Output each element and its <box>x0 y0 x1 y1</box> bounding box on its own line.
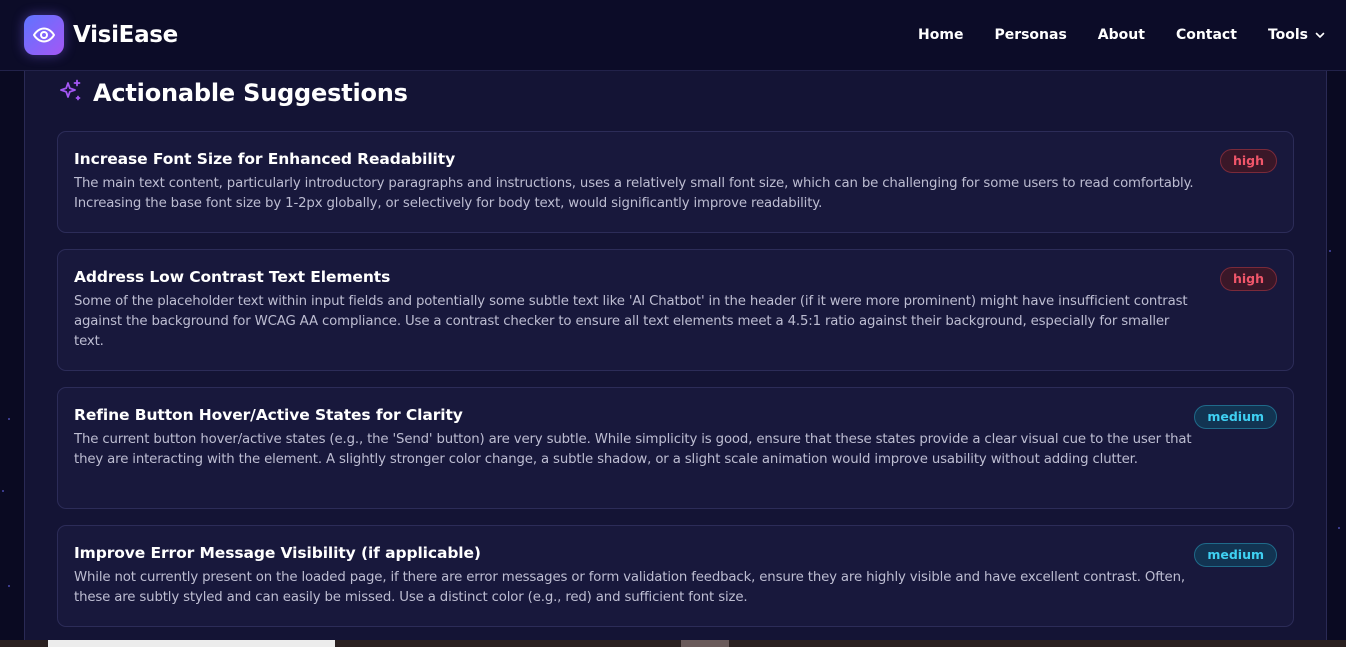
main-nav: Home Personas About Contact Tools <box>918 27 1326 43</box>
suggestion-description: While not currently present on the loade… <box>74 570 1185 605</box>
suggestion-description: The current button hover/active states (… <box>74 432 1192 467</box>
taskbar-item <box>681 640 729 647</box>
star-decoration <box>8 585 10 587</box>
brand-name: VisiEase <box>73 22 178 48</box>
nav-tools-label: Tools <box>1267 27 1308 43</box>
priority-badge: medium <box>1194 405 1277 429</box>
nav-contact[interactable]: Contact <box>1176 27 1237 43</box>
star-decoration <box>2 490 4 492</box>
suggestion-description: Some of the placeholder text within inpu… <box>74 294 1188 349</box>
suggestion-title: Improve Error Message Visibility (if app… <box>74 544 481 562</box>
brand-link[interactable]: VisiEase <box>24 15 178 55</box>
suggestion-title: Refine Button Hover/Active States for Cl… <box>74 406 463 424</box>
nav-home[interactable]: Home <box>918 27 963 43</box>
star-decoration <box>1338 527 1340 529</box>
section-title: Actionable Suggestions <box>93 79 408 107</box>
suggestion-card: Increase Font Size for Enhanced Readabil… <box>57 131 1294 233</box>
page: VisiEase Home Personas About Contact Too… <box>0 0 1346 647</box>
priority-badge: high <box>1219 267 1277 291</box>
suggestion-card: Improve Error Message Visibility (if app… <box>57 525 1294 627</box>
suggestion-card: Refine Button Hover/Active States for Cl… <box>57 387 1294 509</box>
priority-badge: high <box>1219 149 1277 173</box>
suggestion-title: Address Low Contrast Text Elements <box>74 268 391 286</box>
star-decoration <box>1329 250 1331 252</box>
nav-about[interactable]: About <box>1098 27 1145 43</box>
eye-icon <box>24 15 64 55</box>
chevron-down-icon <box>1314 29 1326 41</box>
nav-tools-dropdown[interactable]: Tools <box>1268 27 1326 43</box>
taskbar-window-preview <box>48 640 335 647</box>
suggestion-description: The main text content, particularly intr… <box>74 176 1194 211</box>
navbar: VisiEase Home Personas About Contact Too… <box>0 0 1346 71</box>
star-decoration <box>8 418 10 420</box>
suggestion-title: Increase Font Size for Enhanced Readabil… <box>74 150 456 168</box>
suggestion-card: Address Low Contrast Text Elements Some … <box>57 249 1294 371</box>
section-header: Actionable Suggestions <box>57 78 408 108</box>
nav-personas[interactable]: Personas <box>994 27 1066 43</box>
sparkles-icon <box>57 78 83 108</box>
priority-badge: medium <box>1194 543 1277 567</box>
